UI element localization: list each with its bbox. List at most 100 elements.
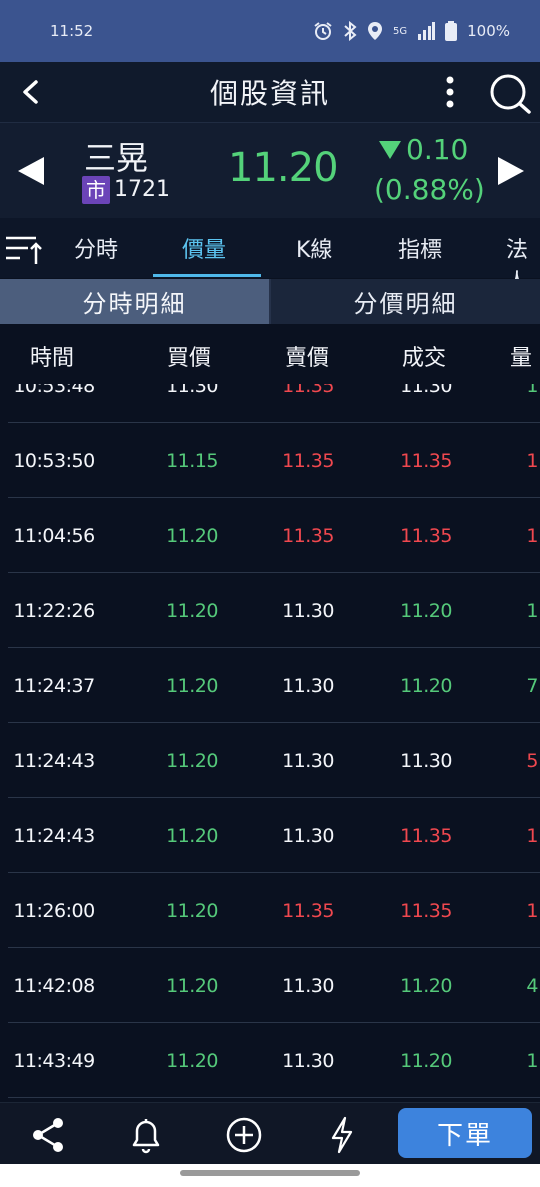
trade-detail-table[interactable]: 10:53:48 11.30 11.35 11.30 1 10:53:50 11.15 11.… [0, 384, 540, 1102]
table-row: 11:04:56 11.20 11.35 11.35 1 [8, 498, 540, 573]
cell-volume: 1 [526, 384, 538, 397]
table-row: 10:53:50 11.15 11.35 11.35 1 [8, 423, 540, 498]
bluetooth-icon [344, 21, 357, 41]
cell-bid: 11.20 [166, 525, 218, 547]
table-row: 11:26:00 11.20 11.35 11.35 1 [8, 873, 540, 948]
cell-ask: 11.30 [282, 1050, 334, 1072]
cell-bid: 11.20 [166, 900, 218, 922]
cell-volume: 1 [526, 600, 538, 622]
cell-time: 11:26:00 [13, 900, 95, 922]
home-indicator[interactable] [180, 1170, 360, 1176]
cell-bid: 11.15 [166, 450, 218, 472]
cell-volume: 1 [526, 525, 538, 547]
signal-icon [418, 22, 436, 40]
table-row: 10:53:48 11.30 11.35 11.30 1 [8, 384, 540, 423]
system-navigation-bar [0, 1164, 540, 1187]
share-icon[interactable] [28, 1115, 68, 1155]
more-options-icon[interactable] [438, 74, 462, 110]
sort-tabs-icon[interactable] [4, 232, 44, 266]
tab-indicators[interactable]: 指標 [398, 232, 442, 264]
cell-bid: 11.20 [166, 675, 218, 697]
stock-code: 1721 [114, 177, 170, 202]
cell-volume: 7 [526, 675, 538, 697]
cell-bid: 11.20 [166, 975, 218, 997]
cell-deal: 11.20 [400, 675, 452, 697]
stock-name: 三晃 [84, 139, 149, 177]
back-arrow-icon[interactable] [16, 76, 46, 108]
next-stock-icon[interactable] [496, 155, 526, 187]
cell-deal: 11.20 [400, 1050, 452, 1072]
cell-ask: 11.35 [282, 450, 334, 472]
cell-deal: 11.30 [400, 750, 452, 772]
table-row: 11:22:26 11.20 11.30 11.20 1 [8, 573, 540, 648]
cell-time: 11:04:56 [13, 525, 95, 547]
cell-ask: 11.30 [282, 750, 334, 772]
cell-ask: 11.30 [282, 600, 334, 622]
cell-deal: 11.35 [400, 825, 452, 847]
header-deal: 成交 [402, 346, 447, 371]
cell-ask: 11.30 [282, 675, 334, 697]
cell-ask: 11.30 [282, 975, 334, 997]
cell-volume: 1 [526, 450, 538, 472]
cell-volume: 4 [526, 975, 538, 997]
cell-deal: 11.20 [400, 975, 452, 997]
table-row: 11:24:43 11.20 11.30 11.35 1 [8, 798, 540, 873]
bell-icon[interactable] [126, 1115, 166, 1155]
app-header: 個股資訊 [0, 62, 540, 122]
cell-deal: 11.35 [400, 450, 452, 472]
alarm-icon [314, 22, 332, 40]
price-change-value: 0.10 [406, 133, 469, 166]
table-row: 11:42:08 11.20 11.30 11.20 4 [8, 948, 540, 1023]
price-change: 0.10 [378, 133, 468, 166]
cell-time: 10:53:48 [13, 384, 95, 397]
cell-time: 11:24:43 [13, 750, 95, 772]
stock-quote-panel: 三晃 市 1721 11.20 0.10 (0.88%) [0, 122, 540, 218]
header-ask: 賣價 [285, 346, 330, 371]
status-bar: 11:52 5G 100% [0, 0, 540, 62]
page-title: 個股資訊 [209, 77, 330, 110]
network-label: 5G [392, 25, 408, 37]
status-time: 11:52 [50, 22, 94, 40]
cell-time: 11:43:49 [13, 1050, 95, 1072]
table-header: 時間 買價 賣價 成交 量 [0, 324, 540, 384]
search-icon[interactable] [488, 72, 532, 114]
battery-level: 100% [467, 22, 510, 40]
add-circle-icon[interactable] [224, 1115, 264, 1155]
cell-time: 10:53:50 [13, 450, 95, 472]
cell-time: 11:42:08 [13, 975, 95, 997]
cell-deal: 11.20 [400, 600, 452, 622]
bottom-toolbar: 下單 [0, 1102, 540, 1164]
price-change-percent: (0.88%) [374, 173, 485, 206]
table-row: 11:24:37 11.20 11.30 11.20 7 [8, 648, 540, 723]
tab-intraday[interactable]: 分時 [74, 232, 118, 264]
cell-deal: 11.35 [400, 525, 452, 547]
segment-time-detail[interactable]: 分時明細 [0, 279, 269, 324]
cell-time: 11:24:37 [13, 675, 95, 697]
cell-bid: 11.30 [166, 384, 218, 397]
active-tab-indicator [153, 274, 261, 277]
cell-bid: 11.20 [166, 825, 218, 847]
cell-deal: 11.35 [400, 900, 452, 922]
place-order-button[interactable]: 下單 [398, 1108, 532, 1158]
table-row: 11:24:43 11.20 11.30 11.30 5 [8, 723, 540, 798]
tab-bar: 分時 價量 K線 指標 法人 [0, 218, 540, 295]
cell-ask: 11.35 [282, 900, 334, 922]
header-volume: 量 [510, 346, 533, 371]
cell-volume: 1 [526, 900, 538, 922]
cell-deal: 11.30 [400, 384, 452, 397]
header-bid: 買價 [167, 346, 212, 371]
cell-time: 11:24:43 [13, 825, 95, 847]
cell-ask: 11.35 [282, 525, 334, 547]
market-badge: 市 [82, 176, 110, 204]
tab-price-volume[interactable]: 價量 [182, 232, 226, 264]
battery-icon [445, 21, 458, 41]
location-icon [367, 22, 382, 40]
segment-price-detail[interactable]: 分價明細 [271, 279, 540, 324]
tab-kline[interactable]: K線 [296, 232, 332, 264]
segment-control: 分時明細 分價明細 [0, 279, 540, 324]
header-time: 時間 [30, 346, 75, 371]
table-row: 11:43:49 11.20 11.30 11.20 1 [8, 1023, 540, 1098]
cell-ask: 11.30 [282, 825, 334, 847]
previous-stock-icon[interactable] [16, 155, 46, 187]
lightning-icon[interactable] [322, 1115, 362, 1155]
